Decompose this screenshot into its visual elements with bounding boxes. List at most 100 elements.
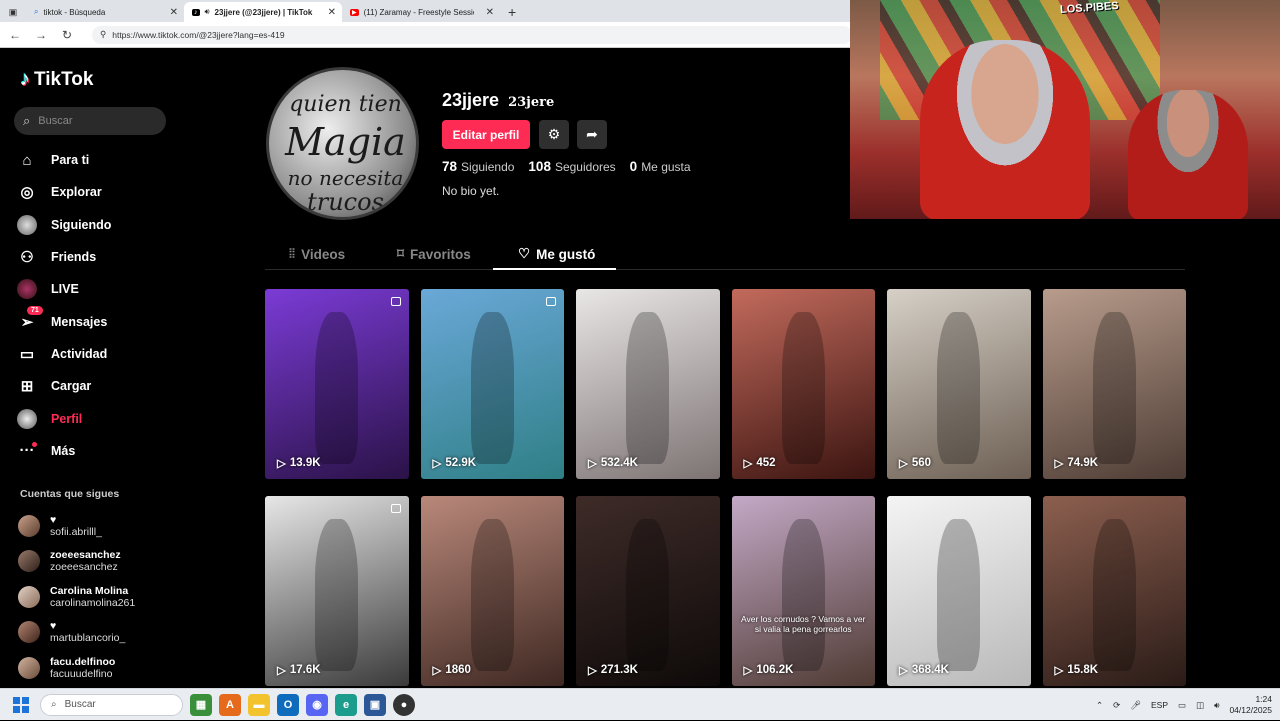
play-icon: ▷ <box>432 458 442 470</box>
play-icon: ▷ <box>277 458 286 470</box>
site-info-icon[interactable]: ⚲ <box>100 29 106 40</box>
reload-icon[interactable]: ↻ <box>58 26 76 44</box>
search-icon: ⌕ <box>51 699 57 710</box>
following-account[interactable]: zoeeesanchez zoeeesanchez <box>18 544 208 580</box>
sidebar-item-actividad[interactable]: ▭ Actividad <box>16 338 216 370</box>
view-count-value: 452 <box>756 457 776 469</box>
tiktok-logo[interactable]: ♪ TikTok <box>20 68 93 91</box>
sidebar-item-mensajes[interactable]: ➢ 71 Mensajes <box>16 305 216 337</box>
start-button[interactable] <box>10 694 32 716</box>
close-icon[interactable]: ✕ <box>328 7 336 18</box>
store-icon[interactable]: ▣ <box>364 693 386 716</box>
language-indicator[interactable]: ESP <box>1151 700 1168 710</box>
activity-icon: ▭ <box>19 345 35 363</box>
display-icon[interactable]: ▭ <box>1178 700 1186 711</box>
view-count: ▷ 106.2K <box>744 663 794 677</box>
browser-tab-youtube[interactable]: ▶ (11) Zaramay - Freestyle Session ✕ <box>342 2 500 22</box>
following-account[interactable]: ♥ sofii.abrilll_ <box>18 508 208 544</box>
view-count: ▷ 560 <box>899 456 931 470</box>
stat-followers[interactable]: 108 Seguidores <box>528 159 615 174</box>
video-thumbnail <box>937 311 981 464</box>
video-thumbnail <box>315 518 359 671</box>
close-icon[interactable]: ✕ <box>170 7 178 18</box>
compass-icon: ◎ <box>20 184 34 202</box>
clock[interactable]: 1:24 04/12/2025 <box>1229 694 1272 716</box>
discord-icon[interactable]: ◉ <box>306 693 328 716</box>
sync-icon[interactable]: ⟳ <box>1113 700 1120 711</box>
video-card[interactable]: ▷ 17.6K <box>265 496 409 686</box>
video-card[interactable]: ▷ 52.9K <box>420 289 564 479</box>
edit-profile-button[interactable]: Editar perfil <box>442 120 530 149</box>
video-card[interactable]: ▷ 368.4K <box>887 496 1031 686</box>
view-count-value: 532.4K <box>600 457 638 469</box>
multi-photo-icon <box>390 297 401 306</box>
youtube-favicon-icon: ▶ <box>350 8 359 16</box>
following-account[interactable]: facu.delfinoo facuuudelfino <box>18 650 208 686</box>
video-thumbnail <box>1092 311 1136 464</box>
tab-me-gusto[interactable]: ♡ Me gustó <box>518 238 595 270</box>
url-text: https://www.tiktok.com/@23jjere?lang=es-… <box>112 29 285 40</box>
video-card[interactable]: ▷ 74.9K <box>1042 289 1186 479</box>
stat-following[interactable]: 78 Siguiendo <box>442 159 514 174</box>
new-tab-button[interactable]: + <box>500 2 524 22</box>
video-card[interactable]: ▷ 1860 <box>420 496 564 686</box>
browser-tab-tiktok[interactable]: ♪ 🔊︎ 23jjere (@23jjere) | TikTok ✕ <box>184 2 342 22</box>
forward-icon[interactable]: → <box>32 26 50 44</box>
back-icon[interactable]: ← <box>6 26 24 44</box>
close-icon[interactable]: ✕ <box>486 7 494 18</box>
settings-button[interactable]: ⚙ <box>539 120 569 149</box>
sidebar-item-explorar[interactable]: ◎ Explorar <box>16 176 216 208</box>
video-card[interactable]: ▷ 13.9K <box>265 289 409 479</box>
edge-icon[interactable]: e <box>335 693 357 716</box>
obs-icon[interactable]: ● <box>393 693 415 716</box>
video-card[interactable]: ▷ 452 <box>731 289 875 479</box>
sidebar-item-mas[interactable]: ··· Más <box>16 435 216 467</box>
volume-icon[interactable]: 🔊︎ <box>1214 700 1219 711</box>
tab-videos[interactable]: ⦙⦙ Videos <box>289 238 345 270</box>
view-count-value: 560 <box>911 457 932 469</box>
sidebar-item-cargar[interactable]: ⊞ Cargar <box>16 370 216 402</box>
avatar <box>18 656 40 679</box>
network-icon[interactable]: ◫ <box>1196 700 1204 711</box>
chevron-up-icon[interactable]: ⌃ <box>1096 700 1103 711</box>
search-placeholder: Buscar <box>38 115 73 127</box>
video-card[interactable]: Aver los cornudos ? Vamos a ver si valia… <box>731 496 875 686</box>
video-thumbnail <box>937 518 981 671</box>
url-field[interactable]: ⚲ https://www.tiktok.com/@23jjere?lang=e… <box>92 25 852 44</box>
following-section-title: Cuentas que sigues <box>20 488 120 500</box>
taskbar-search[interactable]: ⌕ Buscar <box>40 693 183 716</box>
home-icon: ⌂ <box>22 151 32 169</box>
sidebar-item-friends[interactable]: ⚇ Friends <box>16 241 216 273</box>
taskbar-app-icon[interactable]: A <box>219 693 241 716</box>
browser-tab-search[interactable]: ⌕ tiktok - Búsqueda ✕ <box>26 2 184 22</box>
following-account[interactable]: ♥ martublancorio_ <box>18 615 208 651</box>
following-avatar-icon <box>16 214 38 236</box>
file-explorer-icon[interactable]: ▬ <box>248 693 270 716</box>
share-button[interactable]: ➦ <box>577 120 607 149</box>
sidebar-item-siguiendo[interactable]: Siguiendo <box>16 209 216 241</box>
video-caption: Aver los cornudos ? Vamos a ver si valia… <box>741 614 866 634</box>
view-count: ▷ 13.9K <box>277 456 321 470</box>
video-card[interactable]: ▷ 532.4K <box>576 289 720 479</box>
outlook-icon[interactable]: O <box>277 693 299 716</box>
sidebar-item-perfil[interactable]: Perfil <box>16 402 216 434</box>
sidebar-item-para-ti[interactable]: ⌂ Para ti <box>16 144 216 176</box>
microphone-icon[interactable]: 🎤︎ <box>1130 700 1141 711</box>
view-count-value: 74.9K <box>1067 457 1099 469</box>
view-count: ▷ 52.9K <box>433 456 477 470</box>
taskbar-app-icon[interactable]: ▦ <box>190 693 212 716</box>
video-card[interactable]: ▷ 271.3K <box>576 496 720 686</box>
tab-favoritos[interactable]: ⌑ Favoritos <box>397 238 471 270</box>
search-input[interactable]: ⌕ Buscar <box>14 107 166 135</box>
avatar <box>18 585 40 608</box>
play-icon: ▷ <box>432 665 442 677</box>
profile-avatar[interactable]: quien tien Magia no necesita trucos <box>266 67 419 220</box>
video-card[interactable]: ▷ 560 <box>887 289 1031 479</box>
view-count: ▷ 74.9K <box>1055 456 1099 470</box>
window-menu-icon[interactable]: ▣ <box>0 2 26 22</box>
following-account[interactable]: Carolina Molina carolinamolina261 <box>18 579 208 615</box>
video-card[interactable]: ▷ 15.8K <box>1042 496 1186 686</box>
speaker-icon[interactable]: 🔊︎ <box>205 7 210 17</box>
friends-icon: ⚇ <box>20 249 34 267</box>
sidebar-item-live[interactable]: LIVE <box>16 273 216 305</box>
